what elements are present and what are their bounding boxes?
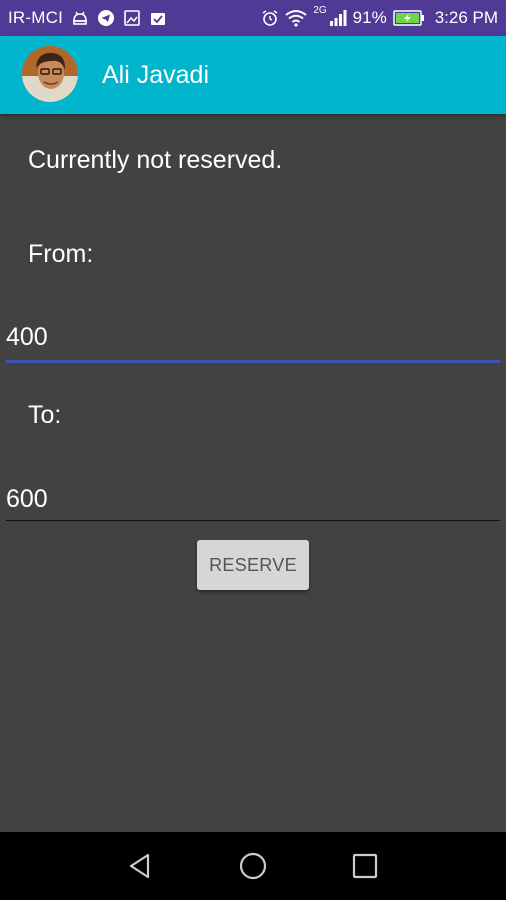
back-button[interactable] [110, 832, 170, 900]
android-debug-icon [71, 9, 89, 27]
alarm-icon [261, 9, 279, 27]
recents-icon [352, 853, 378, 879]
from-field [6, 317, 500, 363]
avatar[interactable] [22, 46, 78, 102]
gallery-icon [123, 9, 141, 27]
from-input-underline [6, 360, 500, 363]
back-icon [129, 853, 150, 879]
battery-charging-icon [392, 9, 425, 27]
telegram-icon [97, 9, 115, 27]
status-bar-right: 2G 91% 3:26 PM [261, 0, 498, 36]
home-button[interactable] [223, 832, 283, 900]
recents-button[interactable] [335, 832, 395, 900]
to-input[interactable] [6, 479, 500, 519]
to-label: To: [28, 401, 62, 429]
wifi-icon [285, 9, 307, 27]
from-input[interactable] [6, 317, 500, 357]
status-bar-left: IR-MCI [8, 0, 167, 36]
to-input-underline [6, 520, 500, 521]
carrier-name: IR-MCI [8, 8, 64, 27]
from-label: From: [28, 240, 94, 268]
network-type: 2G [313, 5, 327, 16]
battery-percent: 91% [352, 8, 387, 27]
status-bar: IR-MCI 2G 91% 3:26 PM [0, 0, 506, 36]
clipboard-check-icon [149, 9, 167, 27]
reserve-button[interactable]: RESERVE [197, 540, 309, 590]
navigation-bar [0, 832, 506, 900]
clock: 3:26 PM [434, 8, 498, 27]
page-title: Ali Javadi [102, 61, 209, 89]
reservation-status-text: Currently not reserved. [28, 146, 283, 174]
app-bar: Ali Javadi [0, 36, 506, 114]
to-field [6, 479, 500, 525]
home-icon [239, 852, 267, 880]
signal-icon [329, 9, 347, 27]
